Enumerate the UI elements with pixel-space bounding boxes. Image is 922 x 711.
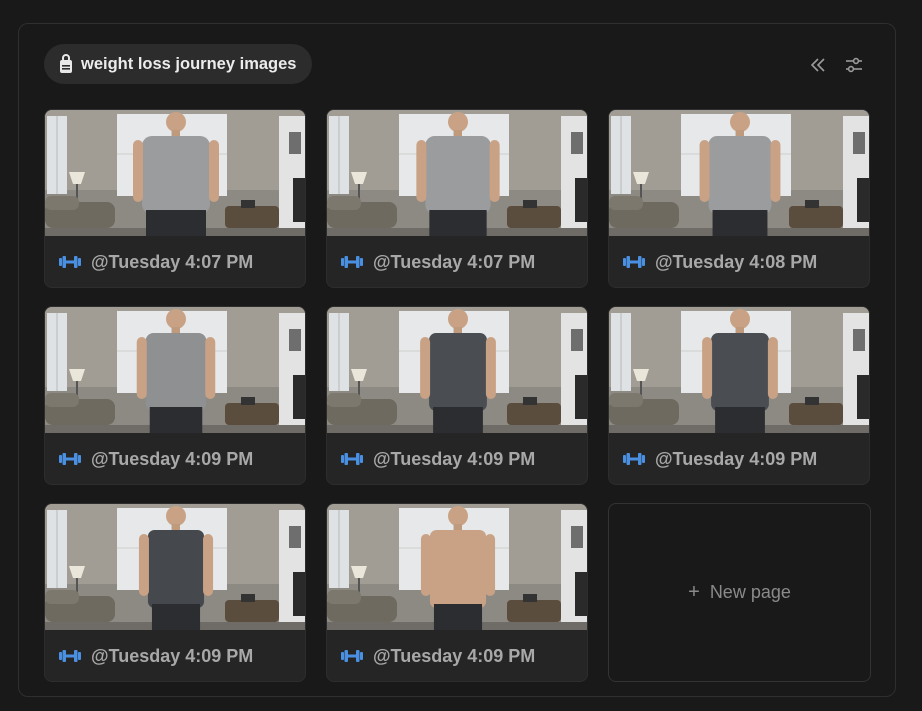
card-caption: @Tuesday 4:09 PM: [609, 433, 869, 484]
new-page-label: New page: [709, 582, 791, 602]
gallery-card[interactable]: @Tuesday 4:07 PM: [326, 109, 588, 288]
plus-icon: +: [688, 581, 700, 603]
card-date-label: @Tuesday 4:09 PM: [91, 448, 254, 469]
card-cover-image: [45, 307, 305, 433]
card-caption: @Tuesday 4:07 PM: [327, 236, 587, 287]
card-date-label: @Tuesday 4:07 PM: [91, 251, 254, 272]
card-cover-image: [45, 504, 305, 630]
card-date-label: @Tuesday 4:09 PM: [373, 645, 536, 666]
sliders-icon[interactable]: [843, 54, 865, 76]
gallery-card[interactable]: @Tuesday 4:08 PM: [608, 109, 870, 288]
card-date-label: @Tuesday 4:07 PM: [373, 251, 536, 272]
card-cover-image: [327, 307, 587, 433]
dumbbell-icon: [59, 452, 81, 466]
dumbbell-icon: [341, 649, 363, 663]
card-cover-image: [609, 307, 869, 433]
gallery-panel: weight loss journey images @Tuesday 4:07…: [18, 23, 896, 697]
dumbbell-icon: [59, 255, 81, 269]
gallery-card[interactable]: @Tuesday 4:09 PM: [326, 503, 588, 682]
card-cover-image: [45, 110, 305, 236]
dumbbell-icon: [59, 649, 81, 663]
dumbbell-icon: [341, 255, 363, 269]
database-title[interactable]: weight loss journey images: [44, 44, 313, 84]
double-chevron-left-icon[interactable]: [807, 54, 829, 76]
card-cover-image: [609, 110, 869, 236]
dumbbell-icon: [341, 452, 363, 466]
gallery-grid: @Tuesday 4:07 PM @Tuesday 4:07 PM @Tuesd…: [44, 109, 871, 682]
gallery-card[interactable]: @Tuesday 4:09 PM: [44, 503, 306, 682]
new-page-button[interactable]: + New page: [608, 503, 871, 682]
database-title-label: weight loss journey images: [81, 54, 297, 73]
card-caption: @Tuesday 4:08 PM: [609, 236, 869, 287]
card-caption: @Tuesday 4:09 PM: [45, 630, 305, 681]
dumbbell-icon: [623, 452, 645, 466]
card-caption: @Tuesday 4:09 PM: [327, 433, 587, 484]
gallery-card[interactable]: @Tuesday 4:07 PM: [44, 109, 306, 288]
card-caption: @Tuesday 4:07 PM: [45, 236, 305, 287]
card-cover-image: [327, 504, 587, 630]
gallery-card[interactable]: @Tuesday 4:09 PM: [608, 306, 870, 485]
card-date-label: @Tuesday 4:09 PM: [91, 645, 254, 666]
card-cover-image: [327, 110, 587, 236]
card-date-label: @Tuesday 4:09 PM: [655, 448, 818, 469]
card-caption: @Tuesday 4:09 PM: [327, 630, 587, 681]
gallery-card[interactable]: @Tuesday 4:09 PM: [326, 306, 588, 485]
card-date-label: @Tuesday 4:08 PM: [655, 251, 818, 272]
lock-icon: [59, 54, 73, 74]
gallery-card[interactable]: @Tuesday 4:09 PM: [44, 306, 306, 485]
card-caption: @Tuesday 4:09 PM: [45, 433, 305, 484]
card-date-label: @Tuesday 4:09 PM: [373, 448, 536, 469]
dumbbell-icon: [623, 255, 645, 269]
